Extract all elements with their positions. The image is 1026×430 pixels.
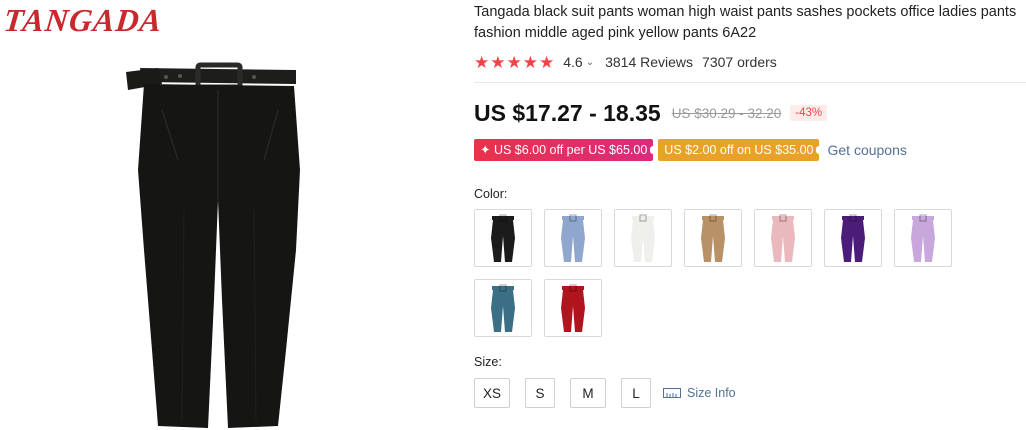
color-swatch-lilac[interactable] (894, 209, 952, 267)
color-label: Color: (474, 187, 508, 201)
size-options: XS S M L Size Info (474, 378, 1026, 408)
star-icon: ★ (506, 52, 522, 72)
product-title: Tangada black suit pants woman high wais… (474, 4, 1017, 41)
color-swatch-purple[interactable] (824, 209, 882, 267)
select-coupon-badge[interactable]: US $2.00 off on US $35.00 (658, 139, 823, 161)
rating-value[interactable]: 4.6 (563, 54, 582, 70)
pants-thumbnail (561, 214, 585, 262)
pants-thumbnail (911, 214, 935, 262)
size-option-xs[interactable]: XS (474, 378, 510, 408)
get-coupons-link[interactable]: Get coupons (827, 142, 906, 158)
size-option-m[interactable]: M (570, 378, 606, 408)
pants-thumbnail (701, 214, 725, 262)
rating-stars: ★ ★ ★ ★ ★ (474, 54, 554, 71)
star-icon: ★ (539, 52, 555, 72)
color-swatch-red[interactable] (544, 279, 602, 337)
pants-thumbnail (491, 214, 515, 262)
price-row: US $17.27 - 18.35 US $30.29 - 32.20 -43% (474, 97, 1026, 129)
color-swatches (474, 209, 1026, 337)
size-option-s[interactable]: S (525, 378, 555, 408)
color-swatch-pink[interactable] (754, 209, 812, 267)
original-price: US $30.29 - 32.20 (671, 105, 782, 121)
orders-count: 7307 orders (702, 54, 777, 70)
size-option-l[interactable]: L (621, 378, 651, 408)
size-label: Size: (474, 355, 502, 369)
pants-thumbnail (841, 214, 865, 262)
store-coupon-badge[interactable]: ✦ US $6.00 off per US $65.00 (474, 139, 657, 161)
discount-badge: -43% (790, 105, 828, 121)
color-swatch-khaki[interactable] (684, 209, 742, 267)
reviews-link[interactable]: 3814 Reviews (605, 54, 693, 70)
color-swatch-white[interactable] (614, 209, 672, 267)
rating-row: ★ ★ ★ ★ ★ 4.6 ⌄ 3814 Reviews 7307 orders (474, 51, 1026, 73)
chevron-down-icon[interactable]: ⌄ (586, 57, 594, 68)
color-swatch-black[interactable] (474, 209, 532, 267)
current-price: US $17.27 - 18.35 (474, 99, 661, 126)
main-product-image[interactable] (118, 50, 318, 430)
star-icon: ★ (474, 52, 490, 72)
coupon-row: ✦ US $6.00 off per US $65.00 US $2.00 of… (474, 139, 1026, 161)
star-icon: ★ (490, 52, 506, 72)
pants-thumbnail (561, 284, 585, 332)
pants-thumbnail (491, 284, 515, 332)
pants-thumbnail (771, 214, 795, 262)
star-icon: ★ (522, 52, 538, 72)
divider (474, 82, 1026, 83)
size-info-label: Size Info (687, 386, 736, 400)
size-info-link[interactable]: Size Info (663, 386, 736, 400)
color-swatch-teal-blue[interactable] (474, 279, 532, 337)
color-swatch-light-blue[interactable] (544, 209, 602, 267)
pants-thumbnail (631, 214, 655, 262)
brand-logo[interactable]: TANGADA (2, 2, 164, 39)
product-info-panel: Tangada black suit pants woman high wais… (474, 0, 1026, 430)
product-gallery: TANGADA (0, 0, 460, 430)
ruler-icon (663, 388, 681, 398)
